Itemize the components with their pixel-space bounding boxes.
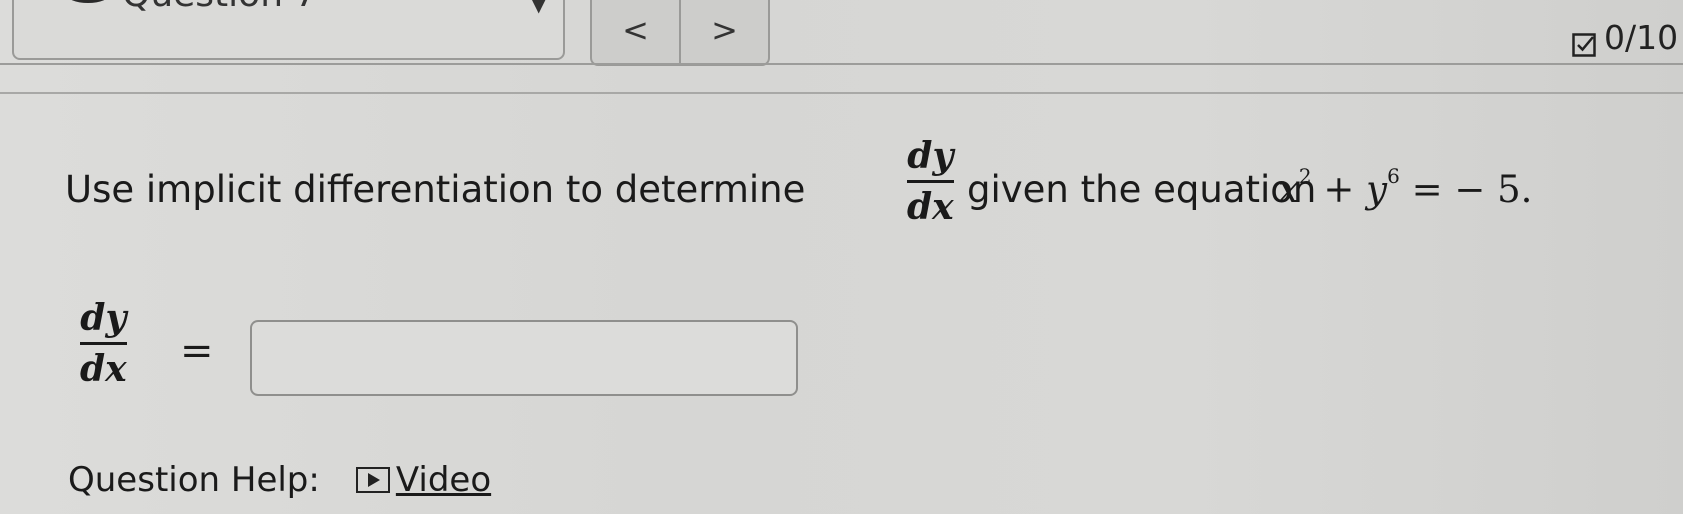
next-question-button[interactable]: >	[681, 0, 768, 64]
answer-input[interactable]	[250, 320, 798, 396]
answer-derivative-fraction: dy dx	[80, 296, 127, 391]
equals-sign: =	[180, 328, 214, 374]
question-help-label: Question Help:	[68, 460, 320, 500]
question-text: Use implicit differentiation to determin…	[65, 135, 1665, 250]
question-selector[interactable]: Question 7 ▼	[12, 0, 565, 60]
question-help: Question Help: Video	[68, 460, 491, 500]
question-equation: x2 + y6 = − 5.	[1278, 163, 1533, 211]
question-selector-label: Question 7	[122, 0, 317, 15]
question-middle: given the equation	[967, 168, 1317, 211]
question-prefix: Use implicit differentiation to determin…	[65, 168, 806, 211]
score-text: 0/10	[1604, 18, 1679, 57]
fraction-numerator: dy	[80, 297, 127, 339]
answer-row: dy dx =	[80, 296, 880, 418]
dropdown-arrow-icon[interactable]: ▼	[531, 0, 546, 16]
score-indicator: 0/10	[1572, 18, 1678, 57]
fraction-bar	[80, 342, 127, 345]
video-link-label[interactable]: Video	[396, 460, 491, 500]
header-divider	[0, 63, 1683, 65]
checkbox-icon	[1572, 26, 1596, 57]
status-dot-icon	[66, 0, 110, 3]
top-bar: Question 7 ▼ < > 0/10	[0, 0, 1683, 92]
previous-question-button[interactable]: <	[592, 0, 681, 64]
question-nav: < >	[590, 0, 770, 66]
video-help-link[interactable]: Video	[355, 460, 491, 500]
play-video-icon[interactable]	[355, 467, 390, 493]
fraction-denominator: dx	[80, 348, 127, 390]
content-divider	[0, 92, 1683, 94]
